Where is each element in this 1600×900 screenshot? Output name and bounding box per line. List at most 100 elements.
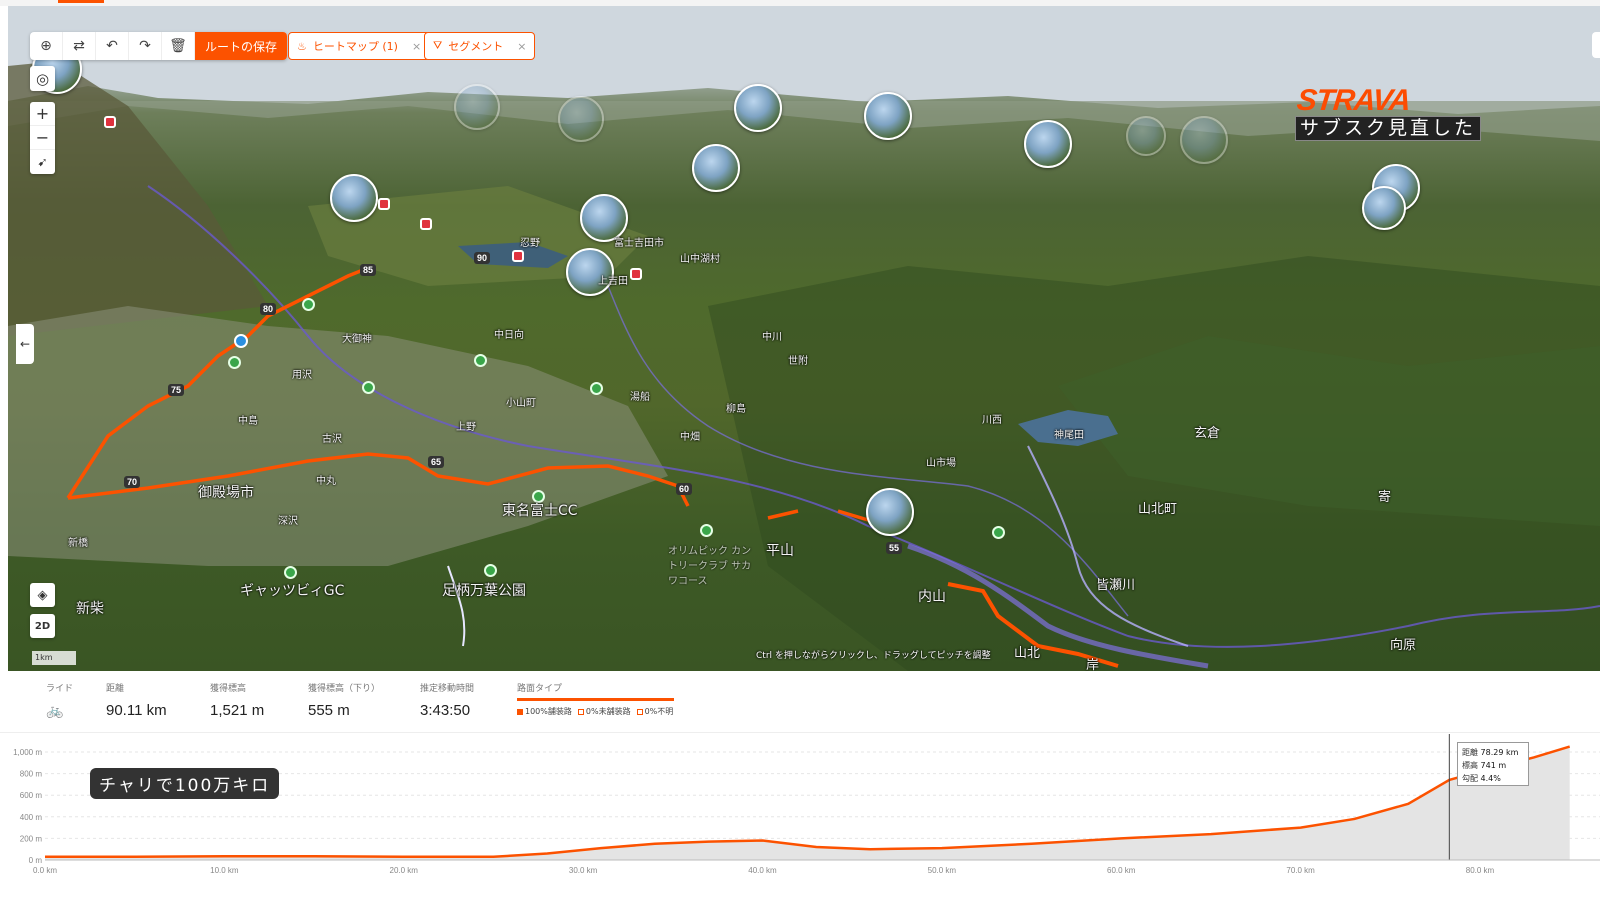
zoom-in-button[interactable]: + (30, 102, 55, 126)
strava-logo: STRAVA (1295, 84, 1412, 117)
layers-icon[interactable]: ◈ (30, 583, 55, 607)
reverse-route-icon[interactable]: ⇄ (63, 32, 96, 60)
park-icon[interactable] (484, 564, 497, 577)
map-label: 中川 (762, 332, 782, 343)
map-label: 御殿場市 (198, 485, 254, 501)
photo-marker[interactable] (558, 96, 604, 142)
park-icon[interactable] (590, 382, 603, 395)
map-label: 山中湖村 (680, 254, 720, 265)
elevation-area (45, 746, 1570, 860)
right-panel-toggle[interactable] (1592, 32, 1600, 58)
surface-bar (517, 698, 674, 701)
photo-marker[interactable] (734, 84, 782, 132)
map-label: 内山 (918, 589, 946, 605)
elevation-tooltip: 距離 78.29 km 標高 741 m 勾配 4.4% (1457, 742, 1529, 786)
map-label: 用沢 (292, 370, 312, 381)
zoom-out-button[interactable]: − (30, 126, 55, 150)
trash-icon[interactable]: 🗑 (162, 32, 195, 60)
map-label: ギャッツビィGC (240, 583, 345, 599)
map-label: 中島 (238, 416, 258, 427)
stat-label: ライド (46, 684, 74, 694)
photo-marker[interactable] (1024, 120, 1072, 168)
scale-bar: 1km (32, 651, 76, 665)
map-label: 岸 (1086, 658, 1100, 671)
photo-marker[interactable] (1362, 186, 1406, 230)
x-tick-label: 70.0 km (1286, 866, 1315, 875)
save-route-button[interactable]: ルートの保存 (195, 32, 288, 60)
map-label: 玄倉 (1194, 426, 1221, 441)
map-label: 柳島 (726, 404, 746, 415)
photo-marker[interactable] (330, 174, 378, 222)
elevation-chart[interactable]: 0 m 200 m 400 m 600 m 800 m 1,000 m 0.0 km 10.0… (0, 734, 1600, 900)
elevation-profile[interactable]: 0 m 200 m 400 m 600 m 800 m 1,000 m 0.0 km 10.0… (0, 734, 1600, 900)
photo-marker[interactable] (454, 84, 500, 130)
map-label: 古沢 (322, 434, 342, 445)
park-icon[interactable] (362, 381, 375, 394)
undo-icon[interactable]: ↶ (96, 32, 129, 60)
x-tick-label: 80.0 km (1466, 866, 1495, 875)
y-tick-label: 0 m (29, 856, 43, 865)
x-tick-label: 60.0 km (1107, 866, 1136, 875)
y-tick-label: 200 m (20, 834, 43, 843)
park-icon[interactable] (284, 566, 297, 579)
park-icon[interactable] (992, 526, 1005, 539)
stat-distance: 距離 90.11 km (106, 681, 167, 719)
x-tick-label: 0.0 km (33, 866, 57, 875)
map-label: 小山町 (506, 398, 536, 409)
stat-activity-type: ライド 🚲 (46, 681, 73, 719)
close-icon[interactable]: × (412, 40, 421, 53)
stat-value: 555 m (308, 702, 350, 719)
upload-icon[interactable]: ⊕ (30, 32, 63, 60)
compass-icon[interactable]: ➹ (30, 150, 55, 174)
heatmap-chip-label: ヒートマップ (1) (312, 40, 398, 53)
stat-value: 3:43:50 (420, 702, 471, 719)
legend-unknown: 0%不明 (636, 706, 673, 717)
segment-icon: ⛛ (433, 39, 443, 52)
map-label: 忍野 (520, 238, 540, 249)
flame-icon: ♨ (297, 39, 307, 53)
locate-icon[interactable]: ◎ (30, 66, 55, 91)
map-label: 神尾田 (1054, 430, 1084, 441)
segment-chip[interactable]: ⛛ セグメント × (424, 32, 536, 60)
x-tick-label: 40.0 km (748, 866, 777, 875)
photo-marker[interactable] (1126, 116, 1166, 156)
poi-marker[interactable] (420, 218, 432, 230)
stat-value: 90.11 km (106, 702, 167, 719)
poi-marker[interactable] (378, 198, 390, 210)
map-label: 上野 (456, 422, 476, 433)
route-builder-app: 85 80 75 70 65 60 55 90 御殿場市 東名富士CC ギャッツ… (0, 0, 1600, 900)
stat-label: 推定移動時間 (420, 684, 475, 694)
route-start-marker[interactable] (234, 334, 248, 348)
poi-marker[interactable] (512, 250, 524, 262)
stat-elevation-gain: 獲得標高 1,521 m (210, 681, 264, 719)
x-tick-label: 20.0 km (390, 866, 419, 875)
pitch-hint: Ctrl を押しながらクリックし、ドラッグしてピッチを調整 (756, 651, 991, 661)
map-label: 東名富士CC (502, 503, 578, 519)
route-stats-bar: ライド 🚲 距離 90.11 km 獲得標高 1,521 m 獲得標高（下り） … (0, 671, 1600, 733)
park-icon[interactable] (302, 298, 315, 311)
map-label: 川西 (982, 415, 1002, 426)
park-icon[interactable] (228, 356, 241, 369)
bike-icon: 🚲 (46, 702, 64, 718)
poi-marker[interactable] (630, 268, 642, 280)
toggle-2d-button[interactable]: 2D (30, 614, 55, 638)
stat-value: 1,521 m (210, 702, 265, 719)
km-marker: 80 (260, 303, 277, 315)
map-label: 大御神 (342, 334, 372, 345)
stat-moving-time: 推定移動時間 3:43:50 (420, 681, 474, 719)
collapse-panel-button[interactable]: ← (16, 324, 34, 364)
photo-marker[interactable] (1180, 116, 1228, 164)
park-icon[interactable] (700, 524, 713, 537)
map-label: 向原 (1390, 638, 1417, 653)
photo-marker[interactable] (692, 144, 740, 192)
route-toolbar: ⊕ ⇄ ↶ ↷ 🗑 ルートの保存 (30, 32, 288, 60)
poi-marker[interactable] (104, 116, 116, 128)
photo-marker[interactable] (866, 488, 914, 536)
close-icon[interactable]: × (517, 40, 526, 53)
redo-icon[interactable]: ↷ (129, 32, 162, 60)
heatmap-chip[interactable]: ♨ ヒートマップ (1) × (288, 32, 431, 60)
km-marker: 65 (428, 456, 445, 468)
map-label: 皆瀬川 (1096, 578, 1136, 593)
park-icon[interactable] (474, 354, 487, 367)
photo-marker[interactable] (864, 92, 912, 140)
